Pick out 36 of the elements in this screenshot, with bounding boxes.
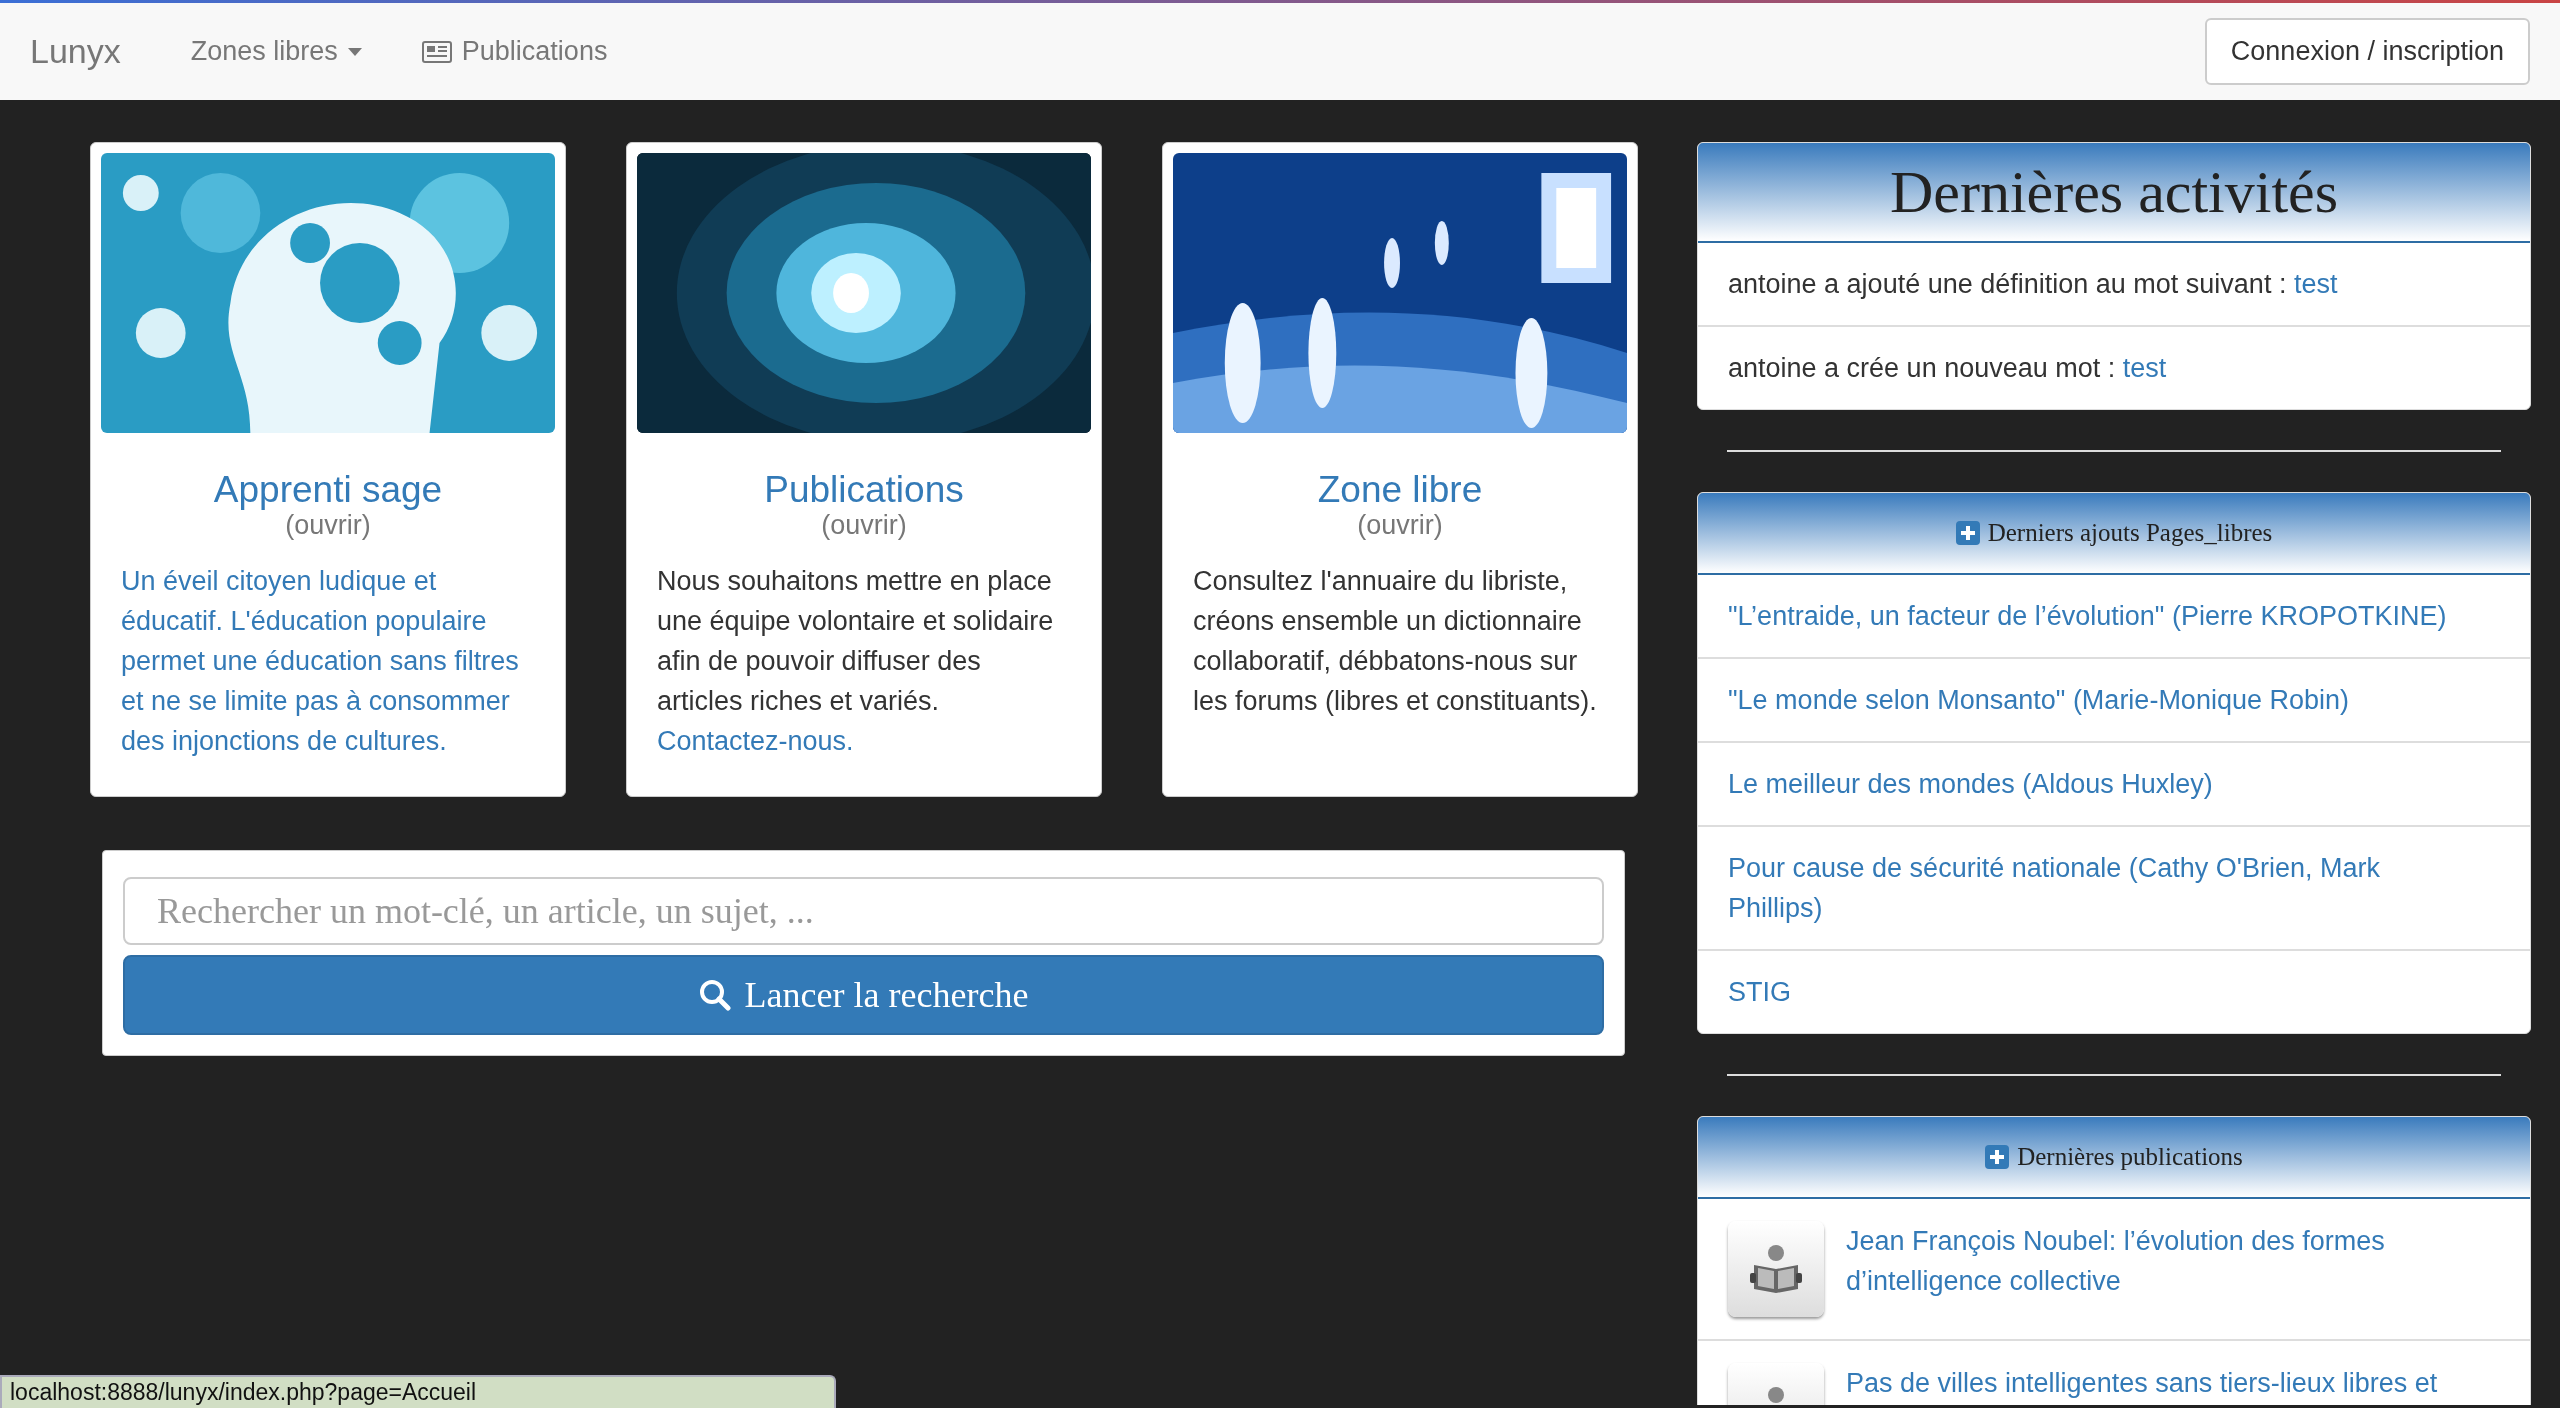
search-button[interactable]: Lancer la recherche — [123, 955, 1604, 1035]
brand-logo[interactable]: Lunyx — [30, 32, 121, 71]
page-link[interactable]: "L’entraide, un facteur de l’évolution" (Pierre KROPOTKINE) — [1728, 596, 2447, 636]
open-label: (ouvrir) — [285, 510, 371, 540]
card-description: Nous souhaitons mettre en place une équipe volontaire et solidaire afin de pouvoir diffuser des articles riches et variés. — [657, 566, 1054, 716]
page-link[interactable]: STIG — [1728, 972, 1791, 1012]
panel-title: Dernières publications — [2017, 1143, 2243, 1171]
caret-icon — [347, 47, 362, 56]
status-url: localhost:8888/lunyx/index.php?page=Accueil — [0, 1375, 836, 1408]
search-field[interactable]: Rechercher un mot-clé, un article, un sujet, ... — [123, 877, 1604, 945]
login-button[interactable]: Connexion / inscription — [2204, 18, 2530, 85]
word-link[interactable]: test — [2122, 353, 2167, 383]
card-description-link[interactable]: Un éveil citoyen ludique et éducatif. L'éducation populaire permet une éducation sans filtres et ne se limite pas à consommer des injonctions de cultures. — [121, 561, 535, 761]
plus-icon[interactable] — [1985, 1145, 2010, 1169]
card-title-link[interactable]: Zone libre — [1317, 469, 1483, 510]
open-label: (ouvrir) — [821, 510, 907, 540]
card-title-link[interactable]: Apprenti sage — [213, 469, 443, 510]
contact-link[interactable]: Contactez-nous. — [657, 721, 1071, 761]
activity-text: antoine a ajouté une définition au mot suivant : test — [1728, 268, 2338, 301]
card-title-link[interactable]: Publications — [764, 469, 964, 510]
publication-link[interactable]: Pas de villes intelligentes sans tiers-lieux libres et — [1846, 1363, 2438, 1403]
open-label: (ouvrir) — [1357, 510, 1443, 540]
activity-text: antoine a crée un nouveau mot : test — [1728, 352, 2167, 385]
publication-link[interactable]: Jean François Noubel: l’évolution des formes d’intelligence collective — [1846, 1221, 2500, 1301]
nav-link[interactable]: Publications — [421, 36, 608, 67]
page-link[interactable]: Pour cause de sécurité nationale (Cathy O'Brien, Mark Phillips) — [1728, 848, 2460, 928]
search-icon — [698, 979, 731, 1011]
page-link[interactable]: "Le monde selon Monsanto" (Marie-Monique Robin) — [1728, 680, 2349, 720]
panel-title: Dernières activités — [1889, 157, 2339, 227]
newspaper-icon — [421, 40, 452, 63]
page-link[interactable]: Le meilleur des mondes (Aldous Huxley) — [1728, 764, 2213, 804]
dropdown-menu[interactable]: Zones libres — [190, 36, 362, 67]
word-link[interactable]: test — [2293, 269, 2338, 299]
plus-icon[interactable] — [1955, 521, 1980, 545]
card-description: Consultez l'annuaire du libriste, créons ensemble un dictionnaire collaboratif, débbatons-nous sur les forums (libres et constituants). — [1193, 566, 1597, 716]
panel-title: Derniers ajouts Pages_libres — [1987, 519, 2273, 547]
